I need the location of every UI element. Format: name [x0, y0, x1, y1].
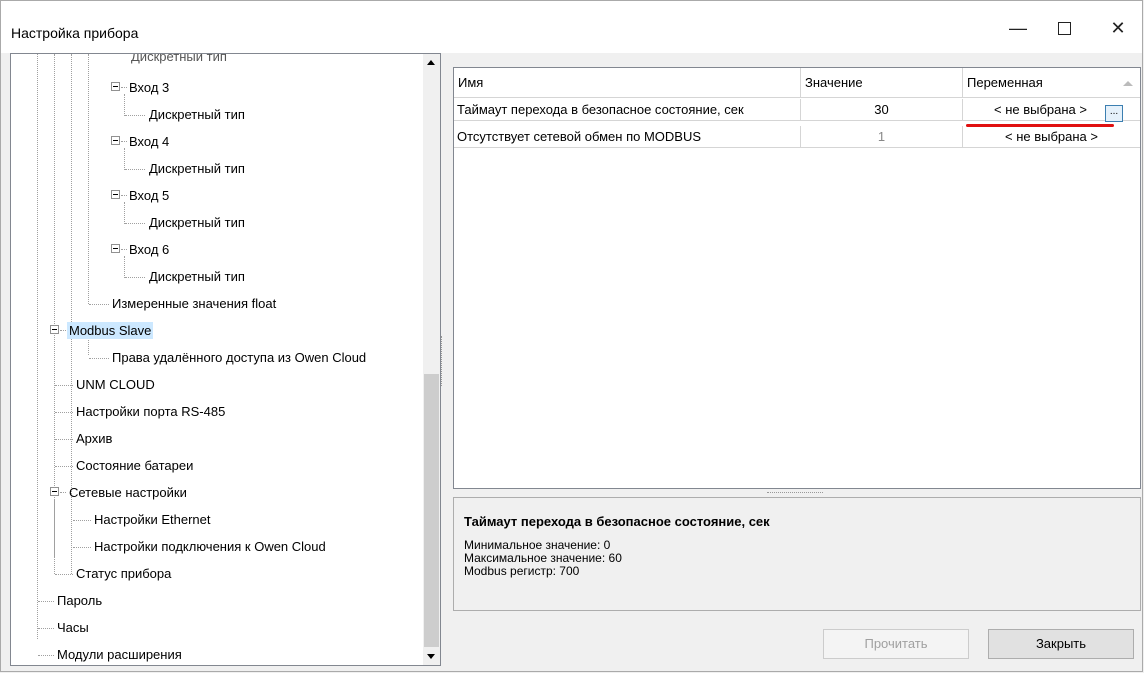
scroll-down-icon[interactable] — [427, 654, 435, 659]
minimize-button[interactable]: — — [995, 11, 1041, 45]
table-cell-name[interactable]: Отсутствует сетевой обмен по MODBUS — [454, 126, 801, 148]
device-tree[interactable]: Дискретный тип Вход 3 Дискретный тип Вхо… — [10, 53, 441, 666]
column-header-variable[interactable]: Переменная — [963, 68, 1140, 98]
tree-item-input3[interactable]: Вход 3 — [127, 74, 171, 101]
tree-item-owen-cloud[interactable]: Настройки подключения к Owen Cloud — [92, 533, 328, 560]
collapse-icon[interactable] — [111, 82, 120, 91]
close-icon: ✕ — [1110, 17, 1126, 38]
tree-line — [88, 54, 90, 304]
title-bar: Настройка прибора — ✕ — [1, 1, 1142, 53]
tree-line — [124, 202, 126, 224]
scrollbar-thumb[interactable] — [424, 374, 439, 647]
tree-line — [124, 148, 126, 170]
tree-line — [37, 54, 39, 639]
tree-item[interactable]: Дискретный тип — [147, 101, 247, 128]
collapse-icon[interactable] — [50, 325, 59, 334]
tree-item-modbus-slave[interactable]: Modbus Slave — [67, 317, 154, 344]
tree-item-input4[interactable]: Вход 4 — [127, 128, 171, 155]
table-cell-name[interactable]: Таймаут перехода в безопасное состояние,… — [454, 99, 801, 121]
collapse-icon[interactable] — [111, 244, 120, 253]
tree-item-password[interactable]: Пароль — [55, 587, 104, 614]
tree-item-input6[interactable]: Вход 6 — [127, 236, 171, 263]
info-max: Максимальное значение: 60 — [464, 551, 622, 565]
tree-scrollbar[interactable] — [423, 54, 440, 665]
tree-item[interactable]: Права удалённого доступа из Owen Cloud — [110, 344, 368, 371]
scroll-up-icon[interactable] — [427, 60, 435, 65]
column-header-variable-label: Переменная — [967, 75, 1043, 90]
tree-line — [124, 94, 126, 116]
table-cell-value[interactable]: 30 — [801, 99, 963, 121]
tree-item-network[interactable]: Сетевые настройки — [67, 479, 189, 506]
collapse-icon[interactable] — [50, 487, 59, 496]
info-title: Таймаут перехода в безопасное состояние,… — [464, 514, 770, 529]
splitter-handle[interactable] — [767, 492, 823, 494]
select-variable-button[interactable]: ... — [1105, 105, 1123, 122]
splitter-handle[interactable] — [441, 336, 446, 386]
tree-item-device-status[interactable]: Статус прибора — [74, 560, 173, 587]
collapse-icon[interactable] — [111, 136, 120, 145]
tree-item[interactable]: Дискретный тип — [147, 209, 247, 236]
parameter-info-panel: Таймаут перехода в безопасное состояние,… — [453, 497, 1141, 611]
sort-ascending-icon — [1123, 81, 1133, 86]
close-button[interactable]: Закрыть — [988, 629, 1134, 659]
tree-item-rs485[interactable]: Настройки порта RS-485 — [74, 398, 227, 425]
column-header-value[interactable]: Значение — [801, 68, 963, 98]
tree-item-archive[interactable]: Архив — [74, 425, 114, 452]
table-cell-variable[interactable]: < не выбрана > — [963, 126, 1140, 148]
tree-item[interactable]: Дискретный тип — [147, 155, 247, 182]
tree-item-float-values[interactable]: Измеренные значения float — [110, 290, 278, 317]
tree-item-ethernet[interactable]: Настройки Ethernet — [92, 506, 213, 533]
tree-item[interactable]: Дискретный тип — [147, 263, 247, 290]
tree-item[interactable]: Дискретный тип — [129, 54, 229, 70]
tree-item-battery[interactable]: Состояние батареи — [74, 452, 195, 479]
info-min: Минимальное значение: 0 — [464, 538, 611, 552]
minimize-icon: — — [1009, 17, 1027, 38]
maximize-button[interactable] — [1041, 11, 1087, 45]
read-button[interactable]: Прочитать — [823, 629, 969, 659]
tree-item-unm-cloud[interactable]: UNM CLOUD — [74, 371, 157, 398]
tree-item-clock[interactable]: Часы — [55, 614, 91, 641]
tree-line — [54, 54, 56, 574]
parameters-grid[interactable]: Имя Значение Переменная Таймаут перехода… — [453, 67, 1141, 489]
window-title: Настройка прибора — [11, 25, 139, 41]
maximize-icon — [1057, 21, 1071, 35]
tree-item-expansion[interactable]: Модули расширения — [55, 641, 184, 665]
tree-line — [124, 256, 126, 278]
info-register: Modbus регистр: 700 — [464, 564, 580, 578]
tree-item-input5[interactable]: Вход 5 — [127, 182, 171, 209]
close-window-button[interactable]: ✕ — [1095, 11, 1141, 45]
settings-window: Настройка прибора — ✕ Дискретный тип Вхо… — [0, 0, 1143, 672]
column-header-name[interactable]: Имя — [454, 68, 801, 98]
table-cell-value[interactable]: 1 — [801, 126, 963, 148]
collapse-icon[interactable] — [111, 190, 120, 199]
tree-line — [54, 499, 56, 557]
